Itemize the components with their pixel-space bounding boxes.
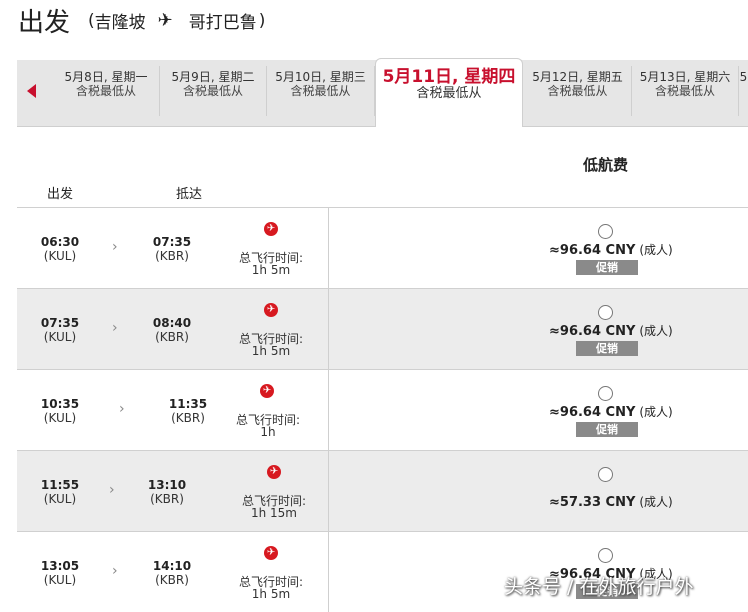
price-amount: ≈57.33 CNY [549,495,636,510]
fare-price: ≈96.64 CNY (成人) [549,403,673,420]
fare-class-header: 低航费 [583,156,629,174]
column-divider [328,532,329,612]
price-amount: ≈96.64 CNY [549,324,636,339]
departure-airport-code: (KUL) [43,573,77,587]
origin-city: 吉隆坡 [94,13,146,33]
prev-dates-arrow-icon[interactable] [27,84,36,98]
arrival-time: 11:35 [168,397,208,411]
date-tab-sub: 含税最低从 [547,84,608,98]
price-amount: ≈96.64 CNY [549,243,636,258]
date-tab-may-8[interactable]: 5月8日, 星期一 含税最低从 [53,66,160,116]
watermark-text: 头条号 / 在外旅行户外 [504,576,694,598]
route-open-paren: ( [88,10,95,31]
page-title: 出发 [18,8,71,38]
fare-select-radio[interactable] [598,305,613,320]
column-divider [328,289,329,369]
fare-select-radio[interactable] [598,224,613,239]
airline-logo-icon: ✈ [260,384,274,398]
arrival-airport-code: (KBR) [155,330,189,344]
date-tab-may-10[interactable]: 5月10日, 星期三 含税最低从 [267,66,375,116]
chevron-right-icon: › [112,320,118,336]
arrive-column-header: 抵达 [176,187,203,202]
fare-price: ≈96.64 CNY (成人) [549,241,673,258]
flight-list: 06:30 (KUL) › 07:35 (KBR) ✈ 总飞行时间: 1h 5m… [17,207,748,612]
departure-airport-code: (KUL) [43,330,77,344]
fare-select-radio[interactable] [598,548,613,563]
fare-price: ≈96.64 CNY (成人) [549,322,673,339]
page-header: 出发 ( 吉隆坡 ✈ 哥打巴鲁 ) [0,0,748,44]
date-tab-date: 5 [739,70,748,84]
date-tab-sub: 含税最低从 [182,84,243,98]
fare-select-radio[interactable] [598,386,613,401]
arrival-time: 08:40 [152,316,192,330]
column-divider [328,451,329,531]
depart-column-header: 出发 [47,187,74,202]
flight-duration: 1h 5m [251,263,291,277]
destination-city: 哥打巴鲁 [188,13,257,33]
chevron-right-icon: › [119,401,125,417]
arrival-airport-code: (KBR) [171,411,205,425]
column-divider [328,208,329,288]
flight-duration: 1h 5m [251,587,291,601]
arrival-airport-code: (KBR) [150,492,184,506]
date-tab-sub: 含税最低从 [654,84,715,98]
date-tab-sub: 含税最低从 [290,84,351,98]
date-tab-date: 5月11日, 星期四 [382,67,516,87]
date-tab-may-9[interactable]: 5月9日, 星期二 含税最低从 [160,66,267,116]
departure-time: 06:30 [40,235,80,249]
arrival-airport-code: (KBR) [155,249,189,263]
fare-select-radio[interactable] [598,467,613,482]
date-tab-may-12[interactable]: 5月12日, 星期五 含税最低从 [524,66,632,116]
date-tab-date: 5月8日, 星期一 [64,70,148,84]
airplane-icon: ✈ [157,10,173,31]
airline-logo-icon: ✈ [264,546,278,560]
passenger-type: (成人) [639,243,673,257]
chevron-right-icon: › [112,239,118,255]
flight-row[interactable]: 07:35 (KUL) › 08:40 (KBR) ✈ 总飞行时间: 1h 5m… [17,288,748,369]
flight-row[interactable]: 10:35 (KUL) › 11:35 (KBR) ✈ 总飞行时间: 1h ≈9… [17,369,748,450]
passenger-type: (成人) [639,405,673,419]
flight-row[interactable]: 06:30 (KUL) › 07:35 (KBR) ✈ 总飞行时间: 1h 5m… [17,207,748,288]
date-tab-partial[interactable]: 5 [739,66,748,116]
departure-time: 07:35 [40,316,80,330]
departure-airport-code: (KUL) [43,492,77,506]
departure-airport-code: (KUL) [43,249,77,263]
arrival-airport-code: (KBR) [155,573,189,587]
date-selector: 5月8日, 星期一 含税最低从 5月9日, 星期二 含税最低从 5月10日, 星… [17,58,748,127]
date-tab-sub: 含税最低从 [416,86,482,101]
price-amount: ≈96.64 CNY [549,405,636,420]
arrival-time: 07:35 [152,235,192,249]
route-close-paren: ) [258,10,266,31]
passenger-type: (成人) [639,324,673,338]
departure-time: 13:05 [40,559,80,573]
departure-time: 10:35 [40,397,80,411]
date-tab-may-13[interactable]: 5月13日, 星期六 含税最低从 [632,66,739,116]
chevron-right-icon: › [112,563,118,579]
date-tab-date: 5月13日, 星期六 [639,70,731,84]
fare-price: ≈57.33 CNY (成人) [549,493,673,510]
promo-badge: 促销 [576,422,638,437]
airline-logo-icon: ✈ [264,222,278,236]
flight-duration: 1h 15m [250,506,297,520]
arrival-time: 14:10 [152,559,192,573]
date-tab-sub: 含税最低从 [75,84,136,98]
passenger-type: (成人) [639,495,673,509]
airline-logo-icon: ✈ [264,303,278,317]
route-summary: ( 吉隆坡 ✈ 哥打巴鲁 ) [88,8,265,33]
departure-time: 11:55 [40,478,80,492]
airline-logo-icon: ✈ [267,465,281,479]
departure-airport-code: (KUL) [43,411,77,425]
date-tab-date: 5月10日, 星期三 [275,70,366,84]
promo-badge: 促销 [576,260,638,275]
chevron-right-icon: › [109,482,115,498]
flight-row[interactable]: 11:55 (KUL) › 13:10 (KBR) ✈ 总飞行时间: 1h 15… [17,450,748,531]
date-tab-date: 5月9日, 星期二 [171,70,255,84]
arrival-time: 13:10 [147,478,187,492]
column-divider [328,370,329,450]
promo-badge: 促销 [576,341,638,356]
date-tab-date: 5月12日, 星期五 [532,70,623,84]
flight-duration: 1h [260,425,276,439]
flight-duration: 1h 5m [251,344,291,358]
date-tab-may-11-selected[interactable]: 5月11日, 星期四 含税最低从 [375,58,523,127]
